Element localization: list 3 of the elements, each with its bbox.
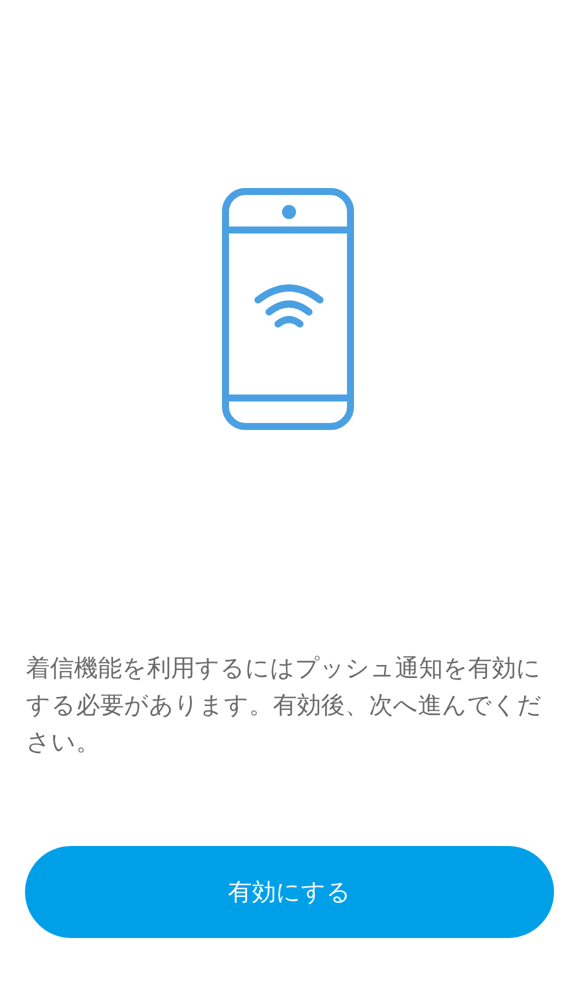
instruction-text: 着信機能を利用するにはプッシュ通知を有効にする必要があります。有効後、次へ進んでください。 — [26, 653, 542, 758]
smartphone-icon — [222, 188, 354, 430]
enable-button[interactable]: 有効にする — [25, 846, 554, 938]
